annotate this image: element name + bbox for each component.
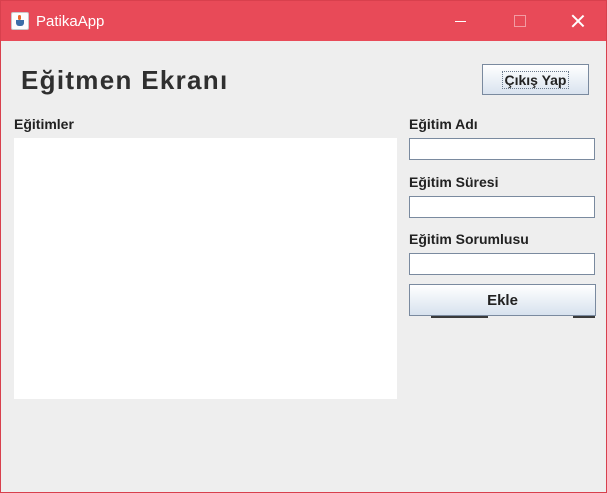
app-window: PatikaApp Eğitmen Ekranı Çıkış Yap Eğiti…: [0, 0, 607, 493]
title-bar[interactable]: PatikaApp: [1, 1, 606, 41]
render-artifact-left: [431, 316, 488, 318]
logout-button[interactable]: Çıkış Yap: [482, 64, 589, 95]
logout-button-label: Çıkış Yap: [502, 70, 569, 89]
java-cup-icon: [11, 12, 29, 30]
course-duration-label: Eğitim Süresi: [409, 174, 499, 190]
course-name-label: Eğitim Adı: [409, 116, 478, 132]
add-course-button[interactable]: Ekle: [409, 284, 596, 316]
close-button[interactable]: [549, 1, 607, 41]
add-course-button-label: Ekle: [487, 291, 518, 309]
maximize-button[interactable]: [491, 1, 549, 41]
maximize-icon: [514, 15, 526, 27]
minimize-icon: [454, 20, 466, 22]
page-title: Eğitmen Ekranı: [21, 65, 229, 95]
window-title: PatikaApp: [36, 13, 105, 30]
course-owner-field[interactable]: [409, 253, 595, 275]
minimize-button[interactable]: [431, 1, 489, 41]
course-owner-label: Eğitim Sorumlusu: [409, 231, 529, 247]
courses-list-label: Eğitimler: [14, 116, 74, 132]
close-icon: [571, 14, 585, 28]
courses-list[interactable]: [14, 138, 397, 399]
render-artifact-right: [573, 316, 595, 318]
course-name-field[interactable]: [409, 138, 595, 160]
course-duration-field[interactable]: [409, 196, 595, 218]
